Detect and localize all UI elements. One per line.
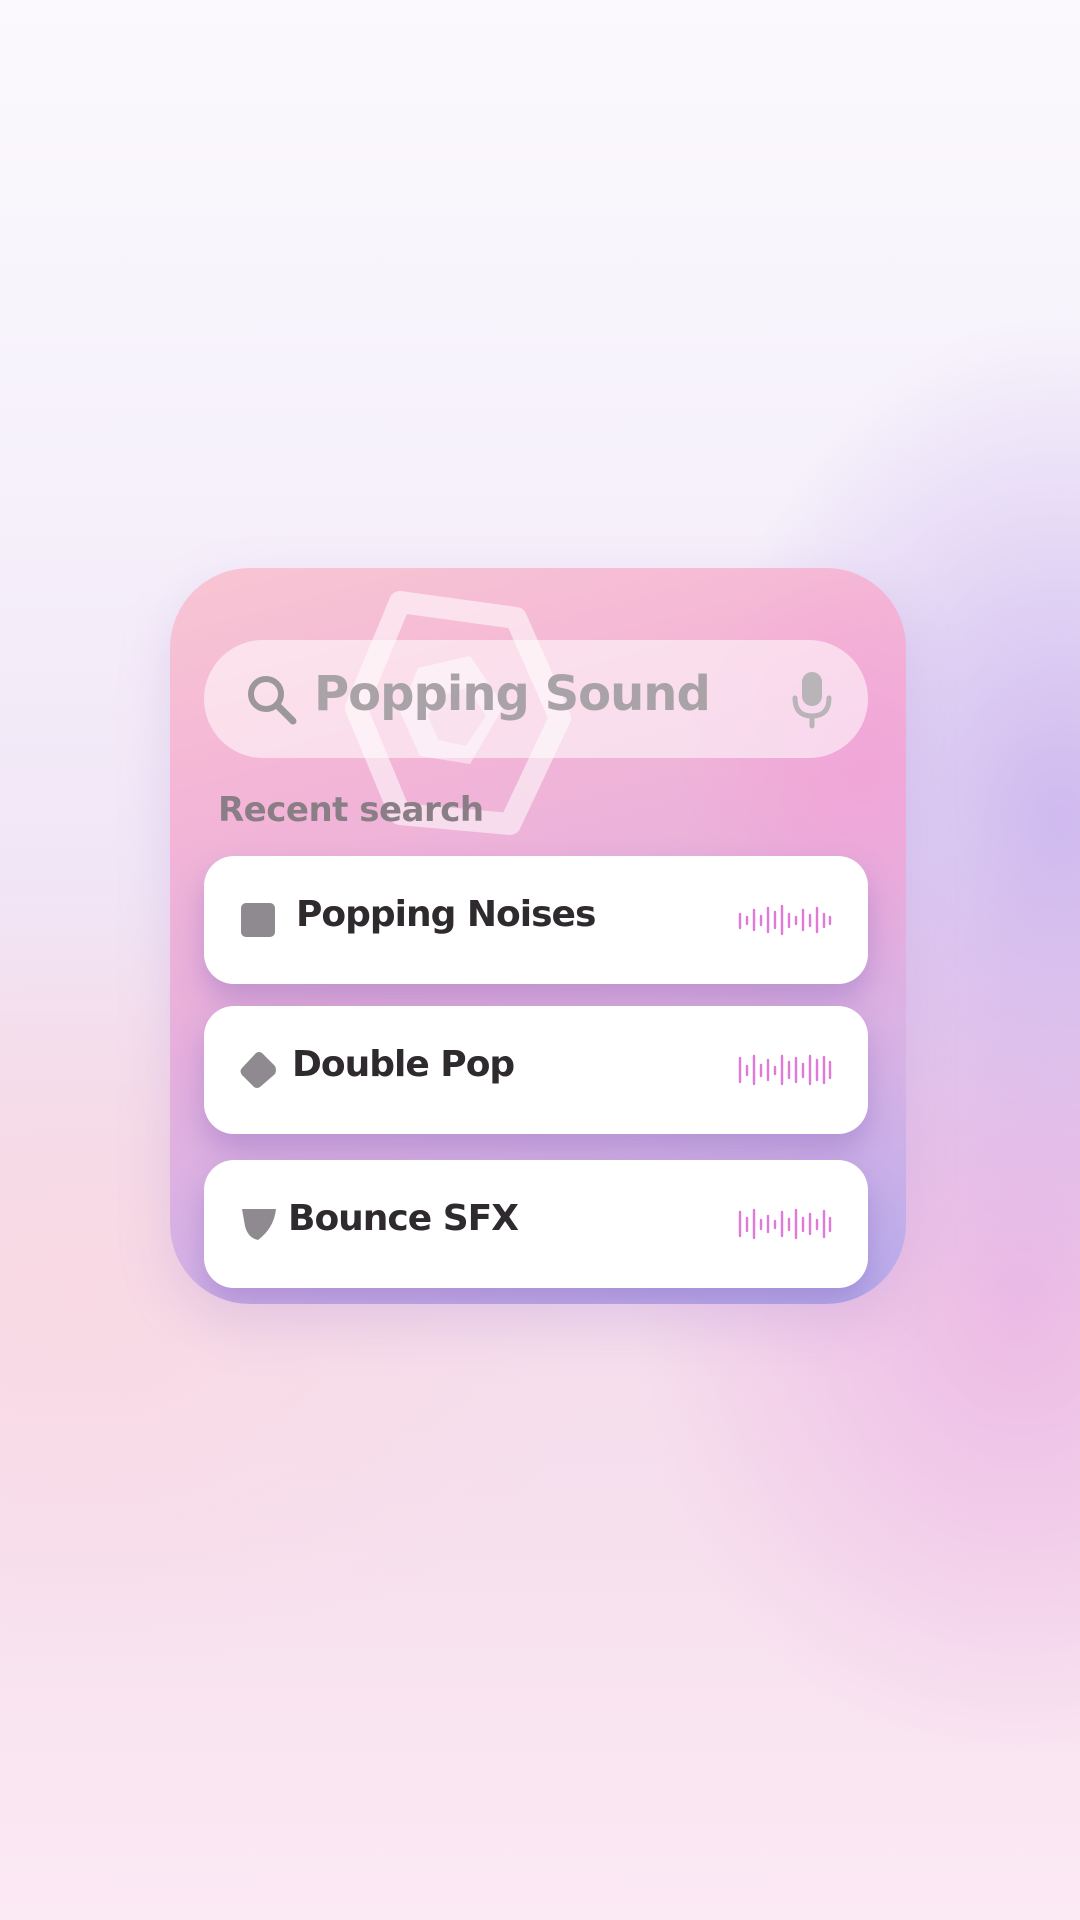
search-widget-card: Popping Sound Recent search Popping Nois… xyxy=(170,568,906,1304)
recent-search-item[interactable]: Double Pop xyxy=(204,1006,868,1134)
microphone-icon[interactable] xyxy=(790,670,834,730)
square-shape-icon xyxy=(241,903,275,937)
diamond-shape-icon xyxy=(240,1052,276,1088)
recent-search-item-label: Popping Noises xyxy=(296,894,596,935)
search-icon[interactable] xyxy=(244,672,300,728)
search-bar[interactable]: Popping Sound xyxy=(204,640,868,758)
waveform-icon xyxy=(738,1054,832,1086)
search-query-text[interactable]: Popping Sound xyxy=(314,666,711,722)
recent-search-heading: Recent search xyxy=(218,790,484,830)
shield-shape-icon xyxy=(242,1209,276,1240)
recent-search-item-label: Bounce SFX xyxy=(288,1198,519,1239)
waveform-icon xyxy=(738,904,832,936)
recent-search-item[interactable]: Popping Noises xyxy=(204,856,868,984)
recent-search-item[interactable]: Bounce SFX xyxy=(204,1160,868,1288)
recent-search-item-label: Double Pop xyxy=(292,1044,515,1085)
waveform-icon xyxy=(738,1208,832,1240)
